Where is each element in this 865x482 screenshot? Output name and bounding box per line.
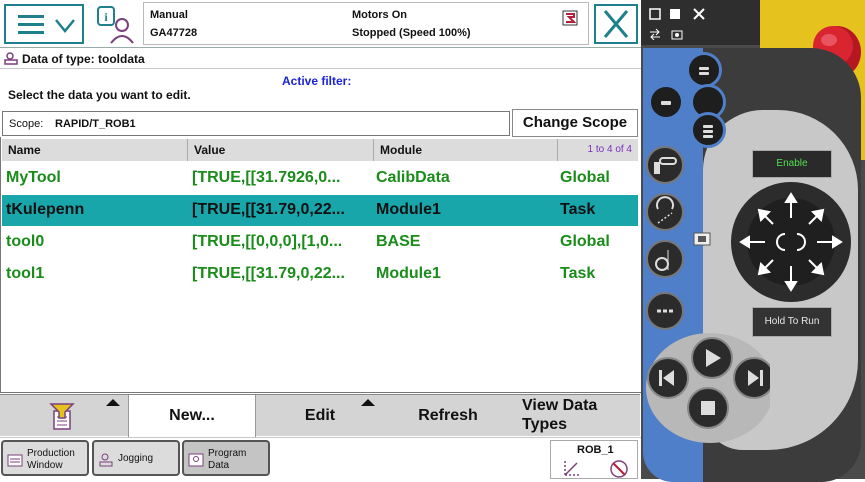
cell-name: tool0 [6, 233, 45, 250]
table-row[interactable]: tool0 [TRUE,[[0,0,0],[1,0... BASE Global [2, 227, 638, 258]
status-bar[interactable]: Manual GA47728 Motors On Stopped (Speed … [143, 2, 589, 45]
column-header-value[interactable]: Value [188, 139, 374, 161]
maximize-window-icon[interactable] [669, 8, 681, 20]
taskbar-label: Jogging [118, 453, 154, 464]
view-header: Data of type: tooldata [0, 47, 642, 69]
scope-field: Scope: RAPID/T_ROB1 [2, 111, 510, 136]
table-row[interactable]: MyTool [TRUE,[[31.7926,0... CalibData Globa… [2, 163, 638, 194]
preset-key-5[interactable] [646, 292, 684, 330]
column-header-name[interactable]: Name [2, 139, 188, 161]
main-menu-button[interactable] [4, 4, 84, 44]
instruction-text: Select the data you want to edit. [8, 88, 191, 102]
taskbar-label: Production Window [27, 448, 75, 471]
cell-value: [TRUE,[[31.79,0,22... [192, 201, 345, 218]
cell-value: [TRUE,[[0,0,0],[1,0... [192, 233, 343, 250]
hamburger-icon [18, 15, 44, 35]
cell-module: CalibData [376, 169, 450, 186]
step-forward-icon[interactable] [733, 357, 770, 399]
view-data-types-button[interactable]: View Data Types [512, 395, 640, 437]
event-log-user-icon[interactable]: i [96, 5, 136, 45]
joystick-icon[interactable] [705, 180, 865, 305]
taskbar-label: Program Data [208, 448, 247, 471]
edit-menu-arrow-icon [361, 399, 375, 406]
table-row[interactable]: tKulepenn [TRUE,[[31.79,0,22... Module1 Tas… [2, 195, 638, 226]
new-button[interactable]: New... [128, 395, 256, 437]
close-button[interactable] [594, 4, 638, 44]
cell-value: [TRUE,[[31.7926,0... [192, 169, 341, 186]
command-bar: New... Edit Refresh View Data Types [0, 394, 640, 437]
table-header: Name Value Module 1 to 4 of 4 [2, 139, 638, 161]
cell-scope: Global [560, 233, 610, 250]
select-mechanical-unit-button[interactable] [646, 146, 684, 184]
cell-module: Module1 [376, 201, 441, 218]
program-state: Stopped (Speed 100%) [352, 27, 471, 39]
close-icon [603, 10, 629, 38]
restore-window-icon[interactable] [649, 8, 661, 20]
controller-name: GA47728 [150, 27, 198, 39]
cell-module: BASE [376, 233, 421, 250]
taskbar-production-window[interactable]: Production Window [1, 440, 89, 476]
stop-icon[interactable] [687, 387, 729, 429]
step-backward-icon[interactable] [647, 357, 689, 399]
filter-menu-arrow-icon [106, 399, 120, 406]
row-count: 1 to 4 of 4 [587, 144, 632, 155]
cell-name: MyTool [6, 169, 61, 186]
chevron-down-icon [55, 19, 75, 33]
program-control-pad [646, 333, 770, 443]
preset-4-icon [703, 125, 713, 138]
cell-name: tool1 [6, 265, 45, 282]
preset-1-icon [699, 67, 709, 75]
motion-mode-icon [656, 196, 674, 224]
cell-scope: Task [560, 265, 596, 282]
coordinate-system-icon [564, 459, 628, 478]
cell-name: tKulepenn [6, 201, 85, 218]
cell-module: Module1 [376, 265, 441, 282]
usb-port-icon [693, 232, 711, 246]
taskbar-program-data[interactable]: Program Data [182, 440, 270, 476]
mechanical-unit-icon [654, 157, 677, 174]
motors-state: Motors On [352, 9, 407, 21]
camera-icon[interactable] [671, 28, 683, 40]
robot-quickset[interactable]: ROB_1 [550, 440, 638, 479]
cell-scope: Task [560, 201, 596, 218]
program-data-icon [188, 453, 204, 467]
quickset-icon[interactable] [562, 10, 578, 26]
column-header-module[interactable]: Module [374, 139, 558, 161]
refresh-button[interactable]: Refresh [384, 395, 512, 437]
program-data-icon [4, 52, 18, 65]
table-row[interactable]: tool1 [TRUE,[[31.79,0,22... Module1 Task [2, 259, 638, 290]
cell-scope: Global [560, 169, 610, 186]
toggle-motion-mode-button[interactable] [646, 193, 684, 231]
taskbar-jogging[interactable]: Jogging [92, 440, 180, 476]
edit-button[interactable]: Edit [256, 395, 384, 437]
close-pendant-icon[interactable] [693, 8, 705, 20]
jogging-icon [99, 453, 113, 467]
increment-icon [655, 250, 669, 271]
filter-icon [49, 403, 75, 430]
filter-button[interactable] [0, 395, 128, 437]
cell-value: [TRUE,[[31.79,0,22... [192, 265, 345, 282]
change-scope-button[interactable]: Change Scope [512, 109, 638, 137]
enable-button[interactable]: Enable [752, 150, 832, 178]
operating-mode: Manual [150, 9, 188, 21]
scope-label: Scope: [9, 118, 44, 130]
toggle-increment-button[interactable] [646, 240, 684, 278]
view-title: Data of type: tooldata [22, 52, 145, 66]
swap-icon[interactable] [649, 28, 661, 40]
start-icon[interactable] [691, 337, 733, 379]
preset-2-icon [661, 101, 671, 105]
edit-label: Edit [304, 407, 336, 424]
active-filter-label: Active filter: [282, 74, 352, 88]
dash-icon [657, 309, 673, 313]
scope-value: RAPID/T_ROB1 [55, 118, 136, 130]
production-window-icon [7, 454, 23, 467]
